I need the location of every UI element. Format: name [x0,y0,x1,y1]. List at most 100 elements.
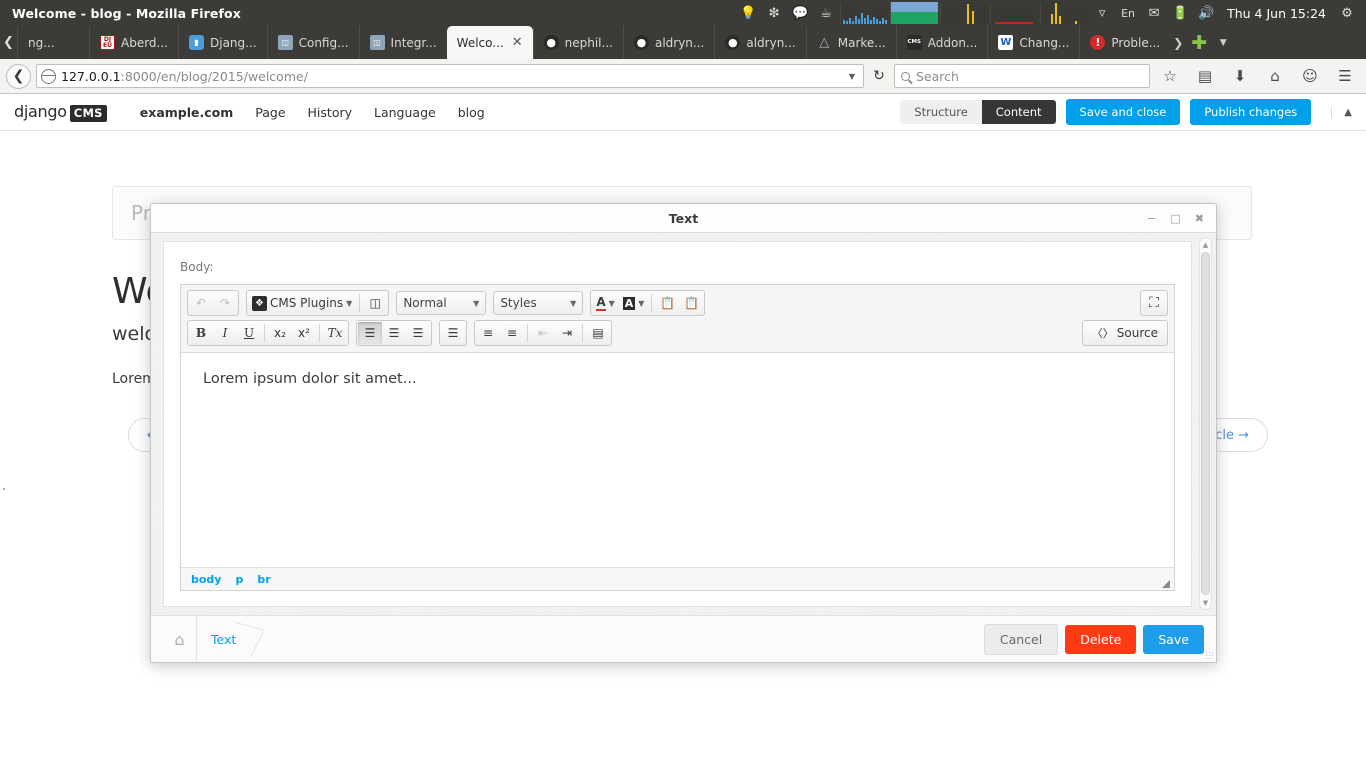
path-item-body[interactable]: body [191,573,221,586]
align-right-icon[interactable]: ☰ [406,322,430,344]
delete-button[interactable]: Delete [1065,624,1137,654]
bulleted-list-icon[interactable]: ≡ [500,322,524,344]
browser-tab[interactable]: ◫ Integr... [358,26,447,59]
coffee-cup-icon[interactable]: ☕ [813,0,839,26]
save-button[interactable]: Save [1143,624,1204,654]
path-item-p[interactable]: p [235,573,243,586]
modal-titlebar[interactable]: Text − □ ✖ [151,204,1216,233]
editor-content-area[interactable]: Lorem ipsum dolor sit amet... [181,353,1174,567]
cancel-button[interactable]: Cancel [983,623,1059,655]
remove-format-button[interactable]: Tx [323,322,347,344]
browser-tab[interactable]: ◫ Config... [266,26,359,59]
power-gear-icon[interactable]: ⚙ [1334,0,1360,26]
browser-tab[interactable]: ! Proble... [1079,26,1170,59]
keyboard-layout-icon[interactable]: En [1115,0,1141,26]
toolbar-menu-history[interactable]: History [297,105,363,120]
browser-tab-active[interactable]: Welco... ✕ [446,26,533,59]
shield-icon[interactable]: ▿ [1089,0,1115,26]
background-color-icon[interactable]: A ▼ [619,292,649,314]
mail-icon[interactable]: ✉ [1141,0,1167,26]
browser-tab[interactable]: △ Marke... [805,26,896,59]
memory-graph-widget[interactable] [990,2,1039,24]
table-icon[interactable]: ▤ [586,322,610,344]
publish-changes-button[interactable]: Publish changes [1190,99,1312,125]
reload-button[interactable]: ↻ [869,68,889,84]
minimize-icon[interactable]: − [1147,212,1156,225]
styles-select[interactable]: Styles ▼ [493,291,584,315]
downloads-icon[interactable]: ⬇ [1225,63,1255,89]
hamburger-menu-icon[interactable]: ☰ [1330,63,1360,89]
paste-from-word-icon[interactable]: 📋 [679,292,703,314]
tab-content[interactable]: Content [981,100,1056,124]
toolbar-menu-blog[interactable]: blog [447,105,496,120]
bookmark-star-icon[interactable]: ☆ [1155,63,1185,89]
list-all-tabs-icon[interactable]: ▼ [1212,26,1234,59]
toolbar-menu-page[interactable]: Page [244,105,296,120]
hello-smiley-icon[interactable]: ☺ [1295,63,1325,89]
breadcrumb-text[interactable]: Text [197,616,258,662]
browser-tab[interactable]: W Chang... [987,26,1079,59]
maximize-icon[interactable]: ⛶ [1142,292,1166,314]
modal-scrollbar[interactable]: ▲ ▼ [1199,237,1212,610]
search-bar[interactable]: Search [894,64,1150,88]
search-input[interactable]: Search [916,69,959,84]
source-button[interactable]: 〈〉 Source [1084,322,1166,344]
battery-icon[interactable]: 🔋 [1167,0,1193,26]
editor-resize-handle[interactable] [1162,580,1170,588]
text-color-icon[interactable]: A ▼ [592,292,618,314]
indent-icon[interactable]: ⇥ [555,322,579,344]
breadcrumb-home-icon[interactable]: ⌂ [163,616,197,662]
browser-tab[interactable]: ▮ Djang... [178,26,267,59]
cpu-graph-widget[interactable] [890,2,939,24]
outdent-icon[interactable]: ⇤ [531,322,555,344]
scroll-up-icon[interactable]: ▲ [1199,238,1212,251]
subscript-button[interactable]: x₂ [268,322,292,344]
browser-tab[interactable]: ● nephil... [532,26,623,59]
speech-bubble-icon[interactable]: 💬 [787,0,813,26]
disk-graph-widget[interactable] [940,2,989,24]
browser-tab[interactable]: ● aldryn... [622,26,714,59]
load-graph-widget[interactable] [1040,2,1089,24]
lightbulb-icon[interactable]: 💡 [735,0,761,26]
paragraph-format-select[interactable]: Normal ▼ [396,291,487,315]
paste-as-plain-text-icon[interactable]: 📋 [655,292,679,314]
dropbox-icon[interactable]: ❇ [761,0,787,26]
back-button[interactable]: ❮ [6,63,31,89]
superscript-button[interactable]: x² [292,322,316,344]
reader-view-icon[interactable]: ▤ [1190,63,1220,89]
modal-resize-grip[interactable] [1205,651,1213,659]
scroll-tabs-left-icon[interactable]: ❮ [0,26,17,59]
numbered-list-icon[interactable]: ≡ [476,322,500,344]
italic-button[interactable]: I [213,322,237,344]
close-icon[interactable]: ✖ [1195,212,1204,225]
scrollbar-thumb[interactable] [1201,252,1210,595]
path-item-br[interactable]: br [257,573,270,586]
new-tab-button[interactable]: ✚ [1186,26,1212,59]
redo-icon[interactable]: ↷ [213,292,237,314]
scroll-down-icon[interactable]: ▼ [1199,596,1212,609]
tab-structure[interactable]: Structure [900,100,982,124]
browser-tab[interactable]: ng... [17,26,89,59]
browser-tab[interactable]: CMS Addon... [895,26,988,59]
browser-tab[interactable]: DJ EU Aberd... [89,26,178,59]
image-placeholder-icon[interactable]: ◫ [363,292,387,314]
scroll-tabs-right-icon[interactable]: ❯ [1170,26,1186,59]
toolbar-menu-language[interactable]: Language [363,105,447,120]
url-history-dropdown-icon[interactable]: ▼ [849,72,859,81]
align-left-icon[interactable]: ☰ [358,322,382,344]
clock[interactable]: Thu 4 Jun 15:24 [1219,6,1334,21]
close-tab-icon[interactable]: ✕ [512,35,523,50]
django-cms-logo[interactable]: django CMS [14,102,107,122]
undo-icon[interactable]: ↶ [189,292,213,314]
home-icon[interactable]: ⌂ [1260,63,1290,89]
browser-tab[interactable]: ● aldryn... [714,26,805,59]
maximize-icon[interactable]: □ [1170,212,1180,225]
network-graph-widget[interactable] [840,2,889,24]
bold-button[interactable]: B [189,322,213,344]
url-bar[interactable]: 127.0.0.1:8000/en/blog/2015/welcome/ ▼ [36,64,864,88]
toolbar-site-name[interactable]: example.com [129,105,244,120]
volume-icon[interactable]: 🔊 [1193,0,1219,26]
underline-button[interactable]: U [237,322,261,344]
collapse-toolbar-icon[interactable]: ▲ [1331,106,1352,118]
justify-icon[interactable]: ☰ [441,322,465,344]
